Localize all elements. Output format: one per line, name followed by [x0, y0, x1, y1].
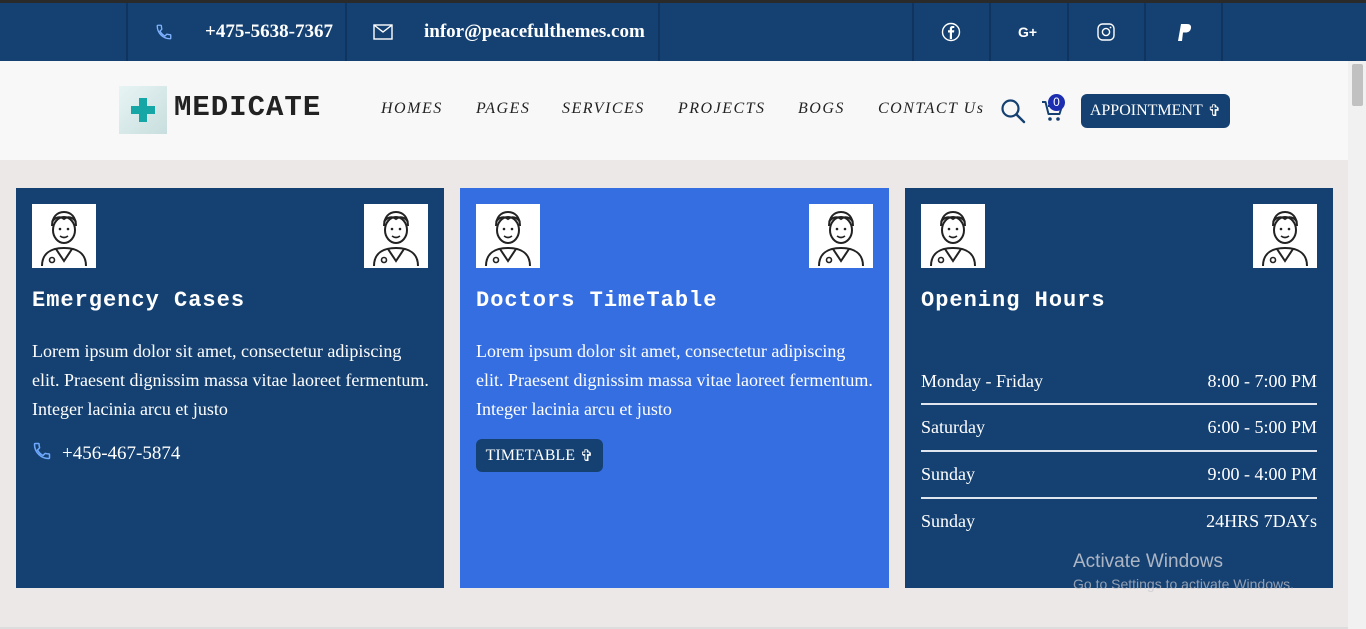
doctor-avatar-icon: [921, 204, 985, 268]
hours-time: 6:00 - 5:00 PM: [1207, 416, 1317, 437]
svg-text:G+: G+: [1018, 24, 1037, 40]
appointment-label: APPOINTMENT: [1089, 102, 1203, 119]
hours-time: 9:00 - 4:00 PM: [1207, 463, 1317, 484]
nav-item-services[interactable]: SERVICES: [562, 100, 645, 118]
main-navbar: MEDICATE HOMES PAGES SERVICES PROJECTS B…: [0, 61, 1348, 160]
cross-icon: ✞: [1207, 103, 1222, 120]
google-plus-icon[interactable]: G+: [1017, 20, 1041, 44]
topbar-email[interactable]: infor@peacefulthemes.com: [424, 20, 645, 44]
hours-row: Monday - Friday 8:00 - 7:00 PM: [921, 359, 1317, 403]
instagram-icon[interactable]: [1094, 20, 1118, 44]
topbar-divider: [989, 3, 991, 61]
paypal-icon[interactable]: [1171, 20, 1195, 44]
topbar-divider: [658, 3, 660, 61]
timetable-label: TIMETABLE: [485, 446, 575, 464]
nav-item-contact[interactable]: CONTACT Us: [878, 100, 984, 118]
search-icon[interactable]: [1000, 98, 1026, 124]
logo-cross-icon[interactable]: [119, 86, 167, 134]
cart-count-badge: 0: [1048, 94, 1065, 111]
phone-icon: [32, 441, 52, 467]
doctor-avatar-icon: [364, 204, 428, 268]
card-title: Opening Hours: [921, 288, 1106, 313]
nav-item-projects[interactable]: PROJECTS: [678, 100, 766, 118]
appointment-button[interactable]: APPOINTMENT ✞: [1081, 94, 1230, 128]
activate-windows-title: Activate Windows: [1073, 551, 1223, 572]
doctors-timetable-card: Doctors TimeTable Lorem ipsum dolor sit …: [460, 188, 889, 588]
envelope-icon: [371, 20, 395, 44]
topbar-divider: [1221, 3, 1223, 61]
emergency-phone[interactable]: +456-467-5874: [32, 441, 180, 467]
card-title: Emergency Cases: [32, 288, 246, 313]
opening-hours-card: Opening Hours Monday - Friday 8:00 - 7:0…: [905, 188, 1333, 588]
activate-windows-subtitle: Go to Settings to activate Windows.: [1073, 576, 1294, 592]
topbar-divider: [912, 3, 914, 61]
doctor-avatar-icon: [809, 204, 873, 268]
hours-day: Monday - Friday: [921, 370, 1043, 391]
emergency-phone-number: +456-467-5874: [62, 443, 181, 464]
doctor-avatar-icon: [476, 204, 540, 268]
topbar-divider: [126, 3, 128, 61]
top-contact-bar: +475-5638-7367 infor@peacefulthemes.com …: [0, 3, 1366, 61]
hours-day: Sunday: [921, 463, 975, 484]
topbar-divider: [1144, 3, 1146, 61]
topbar-divider: [1067, 3, 1069, 61]
topbar-phone[interactable]: +475-5638-7367: [205, 20, 333, 44]
phone-icon: [152, 20, 176, 44]
card-description: Lorem ipsum dolor sit amet, consectetur …: [32, 341, 429, 419]
topbar-divider: [345, 3, 347, 61]
hours-time: 8:00 - 7:00 PM: [1207, 370, 1317, 391]
doctor-avatar-icon: [1253, 204, 1317, 268]
logo-text[interactable]: MEDICATE: [174, 91, 321, 124]
hours-day: Sunday: [921, 510, 975, 531]
nav-item-pages[interactable]: PAGES: [476, 100, 530, 118]
emergency-cases-card: Emergency Cases Lorem ipsum dolor sit am…: [16, 188, 444, 588]
card-description: Lorem ipsum dolor sit amet, consectetur …: [476, 341, 873, 419]
hours-row: Sunday 9:00 - 4:00 PM: [921, 452, 1317, 496]
page-scrollbar[interactable]: [1348, 61, 1366, 629]
nav-item-homes[interactable]: HOMES: [381, 100, 443, 118]
nav-item-bogs[interactable]: BOGS: [798, 100, 845, 118]
facebook-icon[interactable]: [939, 20, 963, 44]
hours-time: 24HRS 7DAYs: [1206, 510, 1317, 531]
scrollbar-thumb[interactable]: [1352, 64, 1363, 106]
timetable-button[interactable]: TIMETABLE ✞: [476, 439, 603, 472]
card-title: Doctors TimeTable: [476, 288, 718, 313]
cross-icon: ✞: [579, 447, 594, 465]
hours-day: Saturday: [921, 416, 985, 437]
hours-row: Saturday 6:00 - 5:00 PM: [921, 405, 1317, 449]
doctor-avatar-icon: [32, 204, 96, 268]
hours-row: Sunday 24HRS 7DAYs: [921, 499, 1317, 543]
